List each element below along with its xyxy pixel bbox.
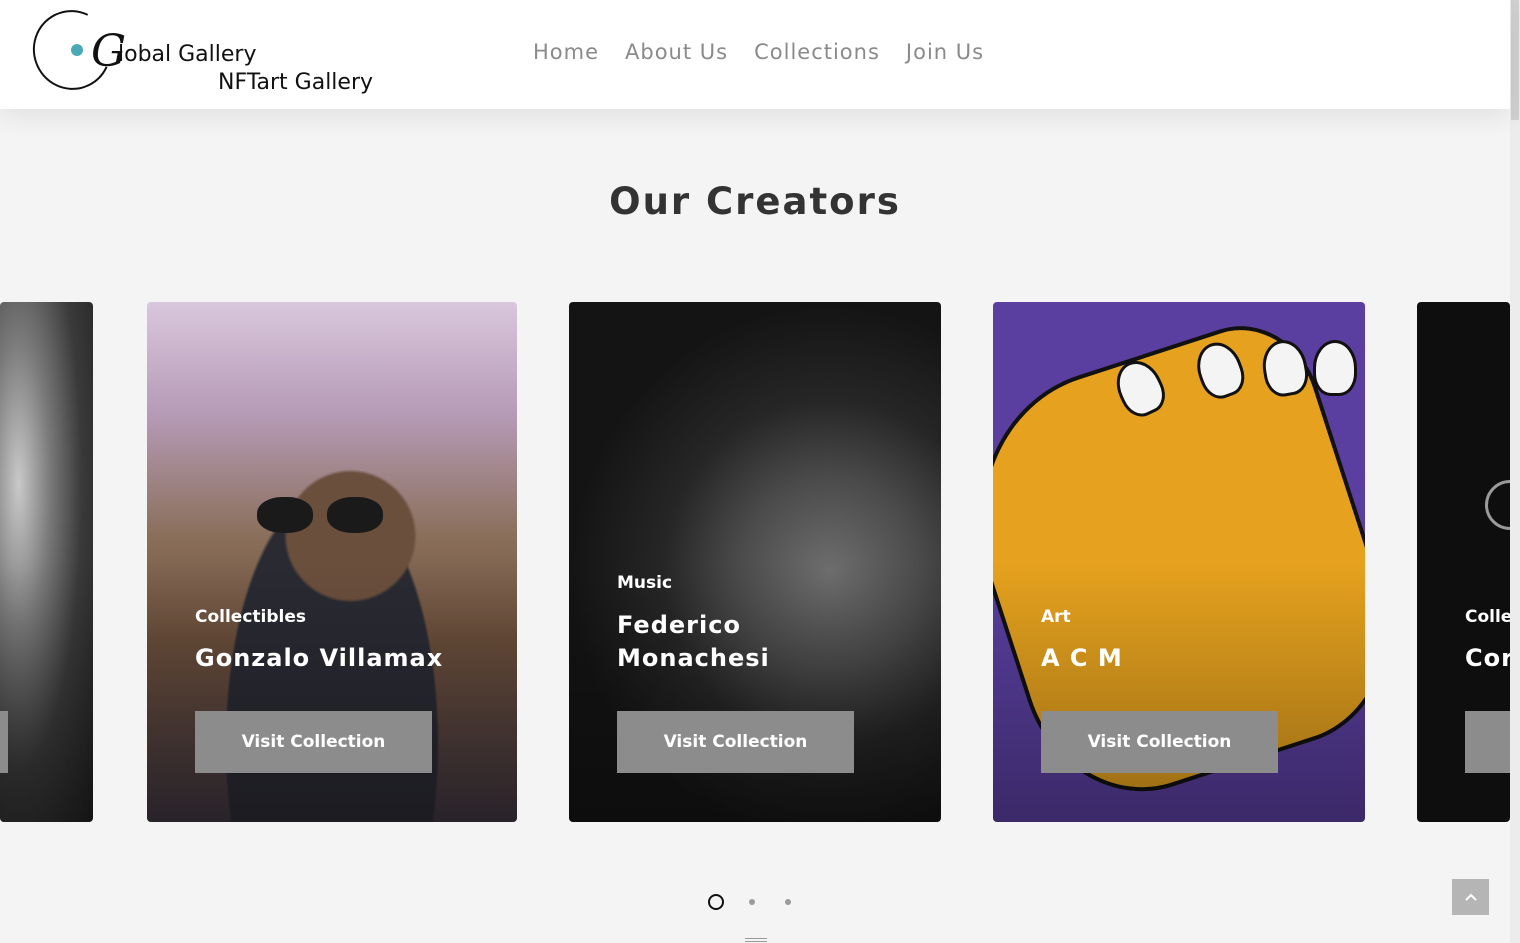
nav-collections[interactable]: Collections	[754, 40, 880, 64]
creator-card-acm[interactable]: Art A C M Visit Collection	[993, 302, 1365, 822]
visit-collection-button-partial-right[interactable]	[1465, 711, 1510, 773]
card-creator-name: Federico Monachesi	[617, 611, 770, 672]
creator-card-partial-right[interactable]: Colle Cor	[1417, 302, 1510, 822]
carousel-pagination	[708, 894, 796, 910]
section-title: Our Creators	[609, 180, 901, 223]
bottom-drag-handle[interactable]	[745, 938, 767, 942]
nav-about-us[interactable]: About Us	[625, 40, 728, 64]
main-nav: Home About Us Collections Join Us	[533, 40, 984, 64]
carousel-dot-1[interactable]	[708, 894, 724, 910]
card-creator-name: A C M	[1041, 644, 1123, 672]
visit-collection-button[interactable]: Visit Collection	[195, 711, 432, 773]
creator-logo-icon	[1485, 480, 1510, 530]
card-creator-name: Gonzalo Villamax	[195, 644, 444, 672]
page-scrollbar-track[interactable]	[1510, 0, 1520, 943]
nav-home[interactable]: Home	[533, 40, 599, 64]
nav-join-us[interactable]: Join Us	[906, 40, 984, 64]
logo-dot-icon	[71, 44, 83, 56]
card-category: Art	[1041, 607, 1071, 627]
creator-card-gonzalo-villamax[interactable]: Collectibles Gonzalo Villamax Visit Coll…	[147, 302, 517, 822]
carousel-dot-2[interactable]	[749, 899, 755, 905]
creator-card-federico-monachesi[interactable]: Music Federico Monachesi Visit Collectio…	[569, 302, 941, 822]
card-category: Collectibles	[195, 607, 307, 627]
card-image-overlay	[0, 302, 93, 822]
carousel-dot-3[interactable]	[785, 899, 791, 905]
site-header: G lobal Gallery NFTart Gallery Home Abou…	[0, 0, 1510, 109]
visit-collection-button[interactable]: Visit Collection	[1041, 711, 1278, 773]
visit-collection-button[interactable]: Visit Collection	[617, 711, 854, 773]
chevron-up-icon	[1464, 893, 1477, 901]
page-scrollbar-thumb[interactable]	[1511, 0, 1519, 120]
visit-collection-button-partial-left[interactable]	[0, 711, 8, 773]
creator-card-partial-left[interactable]	[0, 302, 93, 822]
logo-line2: NFTart Gallery	[218, 70, 374, 95]
card-creator-name: Cor	[1465, 644, 1510, 672]
card-category: Colle	[1465, 607, 1510, 627]
card-category: Music	[617, 573, 673, 593]
logo-line1: lobal Gallery	[118, 42, 257, 67]
site-logo[interactable]: G lobal Gallery NFTart Gallery	[21, 0, 378, 101]
back-to-top-button[interactable]	[1452, 879, 1489, 915]
